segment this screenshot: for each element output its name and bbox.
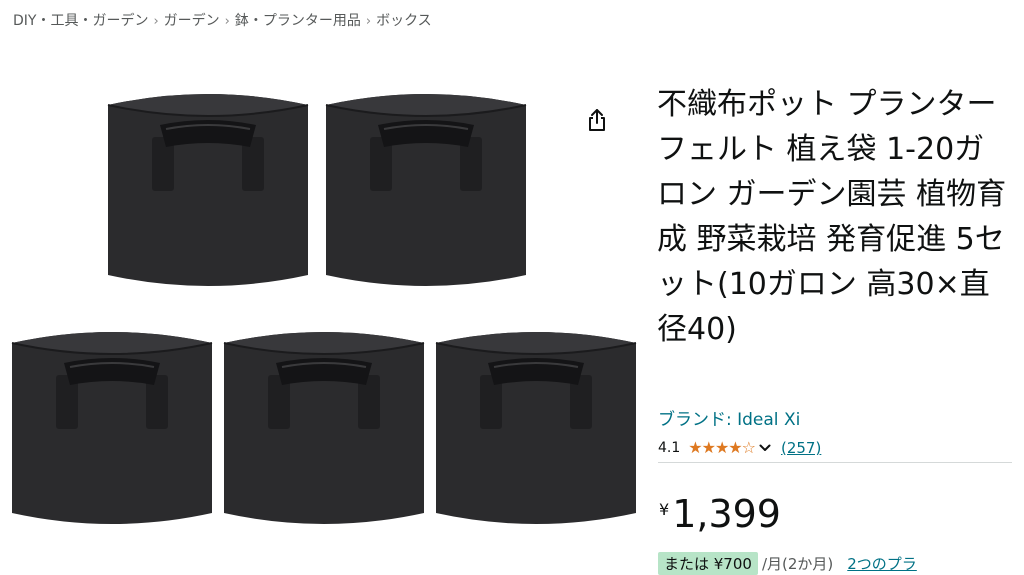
star-icon: ★ — [728, 438, 742, 457]
breadcrumb-separator: › — [153, 14, 159, 29]
rating-row: 4.1 ★ ★ ★ ★ ☆ (257) — [658, 437, 821, 459]
currency-symbol: ¥ — [659, 500, 670, 519]
star-icon: ★ — [688, 438, 702, 457]
share-button[interactable] — [584, 106, 610, 134]
product-image[interactable] — [0, 85, 640, 565]
price-value: 1,399 — [672, 492, 781, 536]
brand-link[interactable]: ブランド: Ideal Xi — [658, 405, 800, 430]
breadcrumb-separator: › — [365, 14, 372, 29]
breadcrumb-item-box[interactable]: ボックス — [376, 13, 432, 29]
pot-image — [325, 93, 527, 287]
star-icon: ★ — [701, 438, 716, 457]
share-icon — [589, 109, 605, 131]
breadcrumb-separator: › — [224, 14, 230, 29]
star-empty-icon: ☆ — [741, 438, 756, 457]
chevron-down-icon[interactable] — [759, 443, 771, 453]
pot-image — [223, 331, 425, 525]
installment-badge: または ¥700 — [658, 551, 758, 575]
star-icon: ★ — [714, 438, 729, 457]
product-image-graphic — [11, 93, 637, 525]
price: ¥ 1,399 — [659, 492, 781, 536]
breadcrumb-item-diy[interactable]: DIY・工具・ガーデン — [13, 13, 148, 29]
star-rating[interactable]: ★ ★ ★ ★ ☆ — [688, 438, 756, 457]
product-title: 不織布ポット プランター フェルト 植え袋 1-20ガロン ガーデン園芸 植物育… — [657, 87, 1007, 347]
installment-row: または ¥700 /月(2か月) 2つのプラ — [658, 551, 917, 575]
pot-image — [11, 331, 213, 525]
installment-unit: /月(2か月) — [761, 554, 834, 573]
installment-plans-link[interactable]: 2つのプラ — [847, 553, 917, 574]
pot-image — [435, 331, 637, 525]
breadcrumb: DIY・工具・ガーデン › ガーデン › 鉢・プランター用品 › ボックス — [13, 10, 432, 30]
breadcrumb-item-garden[interactable]: ガーデン — [164, 13, 220, 29]
divider — [658, 462, 1012, 463]
review-count-link[interactable]: (257) — [781, 439, 821, 457]
rating-value: 4.1 — [658, 440, 681, 456]
breadcrumb-item-planter-supplies[interactable]: 鉢・プランター用品 — [235, 13, 361, 29]
pot-image — [107, 93, 309, 287]
